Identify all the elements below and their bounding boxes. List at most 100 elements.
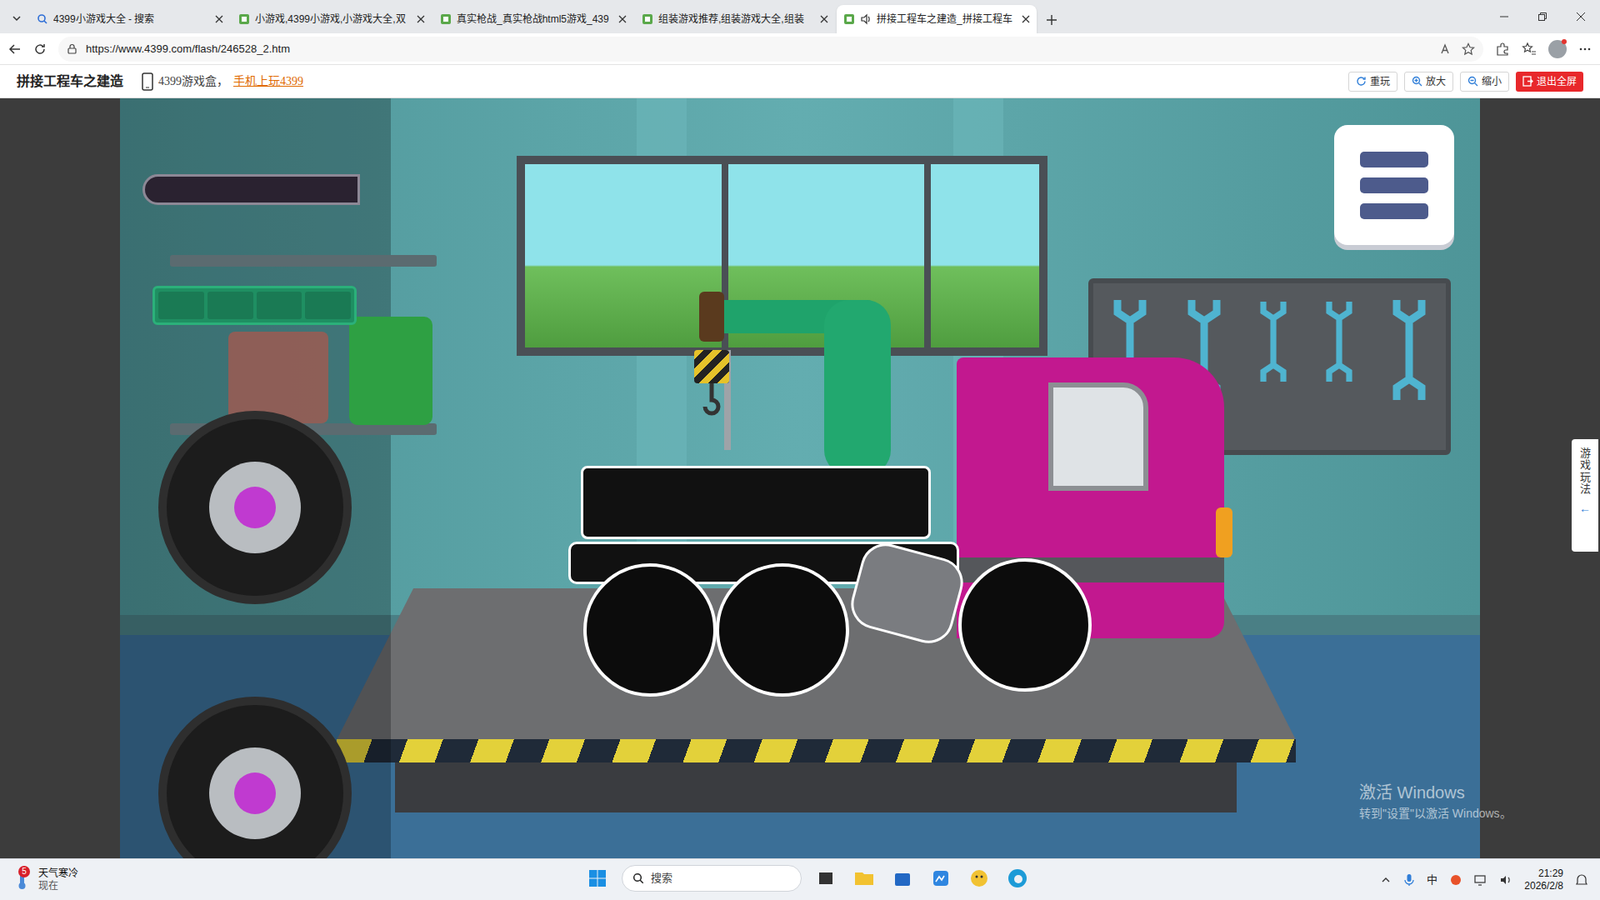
- exit-icon: [1522, 75, 1534, 87]
- chevron-up-icon[interactable]: [1380, 874, 1392, 886]
- wheel-part[interactable]: [158, 410, 352, 605]
- truck-wheel: [715, 563, 850, 697]
- ime-indicator[interactable]: 中: [1426, 871, 1438, 889]
- volume-icon[interactable]: [1499, 873, 1513, 887]
- tab-label: 小游戏,4399小游戏,小游戏大全,双: [255, 11, 412, 27]
- button-label: 放大: [1425, 74, 1446, 90]
- replay-button[interactable]: 重玩: [1348, 71, 1398, 92]
- microphone-icon[interactable]: [1403, 873, 1415, 887]
- read-aloud-icon[interactable]: [1440, 42, 1454, 56]
- close-icon[interactable]: [416, 15, 425, 24]
- close-icon[interactable]: [618, 15, 627, 24]
- game-area: 游戏玩法 ← 激活 Windows 转到"设置"以激活 Windows。: [0, 98, 1600, 859]
- wrench-icon: [1388, 300, 1430, 400]
- chevron-down-icon: [10, 12, 23, 25]
- menu-icon: [1360, 151, 1429, 220]
- site-icon: [238, 13, 250, 25]
- tab-label: 真实枪战_真实枪战html5游戏_439: [456, 11, 614, 27]
- clock[interactable]: 21:29 2026/2/8: [1524, 867, 1564, 893]
- cargo-bed: [580, 465, 931, 540]
- reload-icon[interactable]: [33, 42, 47, 56]
- promo-link[interactable]: 手机上玩4399: [233, 72, 304, 90]
- whiteboard-icon[interactable]: [926, 864, 955, 893]
- favorites-icon[interactable]: [1521, 41, 1537, 57]
- new-tab-button[interactable]: [1038, 6, 1065, 34]
- menu-button[interactable]: [1334, 125, 1455, 245]
- task-view-icon[interactable]: [811, 864, 840, 893]
- tab-list-button[interactable]: [5, 5, 29, 32]
- zoom-out-icon: [1467, 75, 1479, 87]
- clock-time: 21:29: [1538, 867, 1564, 880]
- how-to-play-tab[interactable]: 游戏玩法 ←: [1571, 439, 1599, 552]
- profile-avatar[interactable]: [1548, 40, 1567, 59]
- star-icon[interactable]: [1461, 42, 1475, 56]
- close-icon[interactable]: [820, 15, 829, 24]
- hazard-stripe: [336, 739, 1296, 763]
- weather-subtitle: 现在: [38, 880, 79, 892]
- taskbar-search[interactable]: 搜索: [621, 865, 802, 892]
- back-icon[interactable]: [8, 42, 22, 56]
- close-icon[interactable]: [1021, 15, 1030, 24]
- activation-watermark: 激活 Windows 转到"设置"以激活 Windows。: [1359, 780, 1512, 823]
- weather-badge: 5: [18, 865, 30, 878]
- game-app-icon[interactable]: [965, 864, 994, 893]
- store-icon[interactable]: [888, 864, 917, 893]
- browser-tab[interactable]: 4399小游戏大全 - 搜索: [30, 5, 230, 34]
- network-icon[interactable]: [1474, 873, 1488, 887]
- edge-icon[interactable]: [1003, 864, 1032, 893]
- hook-icon: [699, 383, 725, 417]
- browser-tab[interactable]: 组装游戏推荐,组装游戏大全,组装: [635, 5, 835, 34]
- browser-tab[interactable]: 拼接工程车之建造_拼接工程车: [836, 5, 1037, 34]
- notification-icon[interactable]: [1575, 873, 1589, 887]
- browser-tab[interactable]: 小游戏,4399小游戏,小游戏大全,双: [231, 5, 432, 34]
- weather-widget[interactable]: 5 天气寒冷 现在: [11, 867, 212, 892]
- refresh-icon: [1355, 75, 1367, 87]
- clock-date: 2026/2/8: [1524, 880, 1564, 893]
- close-window-button[interactable]: [1561, 0, 1600, 34]
- exit-fullscreen-button[interactable]: 退出全屏: [1515, 71, 1584, 92]
- minimize-button[interactable]: [1485, 0, 1524, 34]
- app-tray-icon[interactable]: [1449, 873, 1463, 887]
- search-icon: [632, 872, 645, 885]
- button-label: 缩小: [1481, 74, 1502, 90]
- file-explorer-icon[interactable]: [850, 864, 879, 893]
- truck-wheel: [958, 558, 1092, 692]
- battery-part[interactable]: [152, 285, 357, 325]
- more-icon[interactable]: [1578, 42, 1592, 56]
- plus-icon: [1045, 14, 1058, 26]
- promo[interactable]: 4399游戏盒， 手机上玩4399: [141, 72, 304, 91]
- windows-start-icon[interactable]: [583, 864, 612, 893]
- address-text: https://www.4399.com/flash/246528_2.htm: [85, 40, 290, 58]
- extensions-icon[interactable]: [1495, 41, 1510, 57]
- search-icon: [36, 13, 49, 25]
- side-tab-arrow: ←: [1579, 500, 1591, 518]
- side-tab-label: 游戏玩法: [1580, 447, 1591, 495]
- address-toolbar: https://www.4399.com/flash/246528_2.htm: [0, 33, 1600, 65]
- minimize-icon: [1500, 12, 1509, 21]
- close-icon: [1576, 12, 1585, 21]
- site-icon: [440, 13, 452, 25]
- watermark-subtitle: 转到"设置"以激活 Windows。: [1359, 805, 1512, 823]
- zoom-in-button[interactable]: 放大: [1404, 71, 1454, 92]
- site-icon: [641, 13, 654, 25]
- phone-icon: [141, 72, 154, 91]
- address-field[interactable]: https://www.4399.com/flash/246528_2.htm: [58, 36, 1484, 62]
- game-canvas[interactable]: [120, 98, 1480, 859]
- tab-strip: 4399小游戏大全 - 搜索 小游戏,4399小游戏,小游戏大全,双 真实枪战_…: [0, 0, 1600, 34]
- taskbar: 5 天气寒冷 现在 搜索 中: [0, 858, 1600, 900]
- speaker-icon[interactable]: [860, 13, 872, 25]
- weather-title: 天气寒冷: [38, 867, 79, 880]
- lock-icon[interactable]: [66, 43, 78, 55]
- zoom-in-icon: [1411, 75, 1423, 87]
- search-placeholder: 搜索: [650, 870, 673, 887]
- restore-button[interactable]: [1523, 0, 1562, 34]
- site-icon: [843, 13, 855, 25]
- close-icon[interactable]: [215, 15, 224, 24]
- handle-part[interactable]: [142, 174, 360, 205]
- promo-text: 4399游戏盒，: [158, 72, 229, 90]
- watermark-title: 激活 Windows: [1359, 780, 1512, 805]
- zoom-out-button[interactable]: 缩小: [1460, 71, 1510, 92]
- truck[interactable]: [561, 348, 1245, 715]
- tab-label: 组装游戏推荐,组装游戏大全,组装: [658, 11, 815, 27]
- browser-tab[interactable]: 真实枪战_真实枪战html5游戏_439: [433, 5, 634, 34]
